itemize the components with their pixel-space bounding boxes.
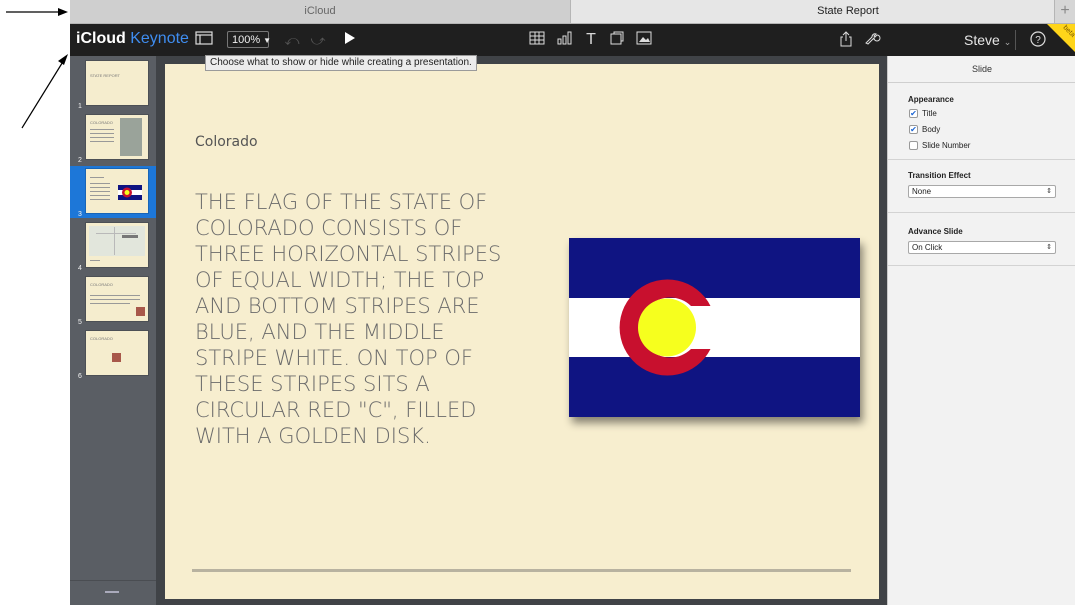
body-checkbox-label: Body (922, 125, 941, 134)
advance-slide-value: On Click (912, 243, 943, 252)
browser-tab-bar: iCloud State Report + (70, 0, 1075, 24)
annotation-arrow-app-title (21, 54, 68, 129)
body-checkbox[interactable]: ✔ (909, 125, 918, 134)
advance-heading: Advance Slide (908, 227, 963, 236)
advance-slide-select[interactable]: On Click ⇕ (908, 241, 1056, 254)
svg-text:?: ? (1035, 35, 1041, 46)
view-options-icon[interactable] (194, 31, 214, 49)
slide-thumbnail-3[interactable]: 3 (70, 166, 156, 218)
slide-thumbnail-2[interactable]: COLORADO 2 (70, 112, 156, 164)
chevron-down-icon: ⌄ (1003, 37, 1012, 47)
help-icon[interactable]: ? (1028, 31, 1048, 49)
app-sub-name: Keynote (130, 30, 189, 47)
format-inspector: Slide Appearance ✔ Title ✔ Body Slide Nu… (887, 56, 1075, 605)
thumbnail-preview (86, 223, 148, 267)
colorado-flag-image[interactable] (569, 238, 860, 417)
slide-number: 3 (78, 211, 82, 218)
thumbnail-preview: COLORADO (86, 277, 148, 321)
flag-white-stripe (569, 298, 860, 357)
inspector-header: Slide (888, 56, 1075, 83)
app-toolbar: iCloud Keynote 100% ▼ ⤺ ⤻ T Steve ⌄ ? bet… (70, 24, 1075, 56)
inspector-divider (888, 159, 1075, 160)
slide-number: 2 (78, 157, 82, 164)
slide-number: 4 (78, 265, 82, 272)
transition-heading: Transition Effect (908, 171, 971, 180)
user-name: Steve (964, 32, 1000, 48)
slide-thumbnail-5[interactable]: COLORADO 5 (70, 274, 156, 326)
title-checkbox-label: Title (922, 109, 937, 118)
zoom-select[interactable]: 100% ▼ (227, 31, 272, 48)
tools-icon[interactable] (863, 31, 883, 49)
flag-blue-stripe-top (569, 238, 860, 298)
panel-divider[interactable] (156, 56, 164, 605)
slide-number: 5 (78, 319, 82, 326)
new-tab-button[interactable]: + (1054, 0, 1075, 23)
share-icon[interactable] (836, 31, 856, 49)
tooltip: Choose what to show or hide while creati… (205, 55, 477, 71)
user-menu[interactable]: Steve ⌄ (964, 32, 1011, 48)
shape-icon[interactable] (607, 31, 627, 49)
play-icon[interactable] (340, 31, 360, 49)
redo-icon[interactable]: ⤻ (308, 31, 328, 49)
thumbnail-preview: STATE REPORT (86, 61, 148, 105)
slide-number-checkbox[interactable] (909, 141, 918, 150)
thumbnail-preview (86, 169, 148, 213)
chevron-down-icon: ▼ (263, 36, 272, 45)
tab-state-report[interactable]: State Report (571, 0, 1075, 23)
app-name: iCloud (76, 30, 126, 47)
thumbnail-preview: COLORADO (86, 331, 148, 375)
flag-gold-disk (638, 298, 696, 357)
slide-thumbnail-4[interactable]: 4 (70, 220, 156, 272)
flag-blue-stripe-bottom (569, 357, 860, 417)
slide-number-checkbox-label: Slide Number (922, 141, 971, 150)
slide-title[interactable]: Colorado (195, 134, 258, 150)
app-title: iCloud Keynote (76, 30, 189, 48)
inspector-divider (888, 212, 1075, 213)
slide-thumbnail-6[interactable]: COLORADO 6 (70, 328, 156, 380)
slide-navigator: STATE REPORT 1 COLORADO 2 3 4 COLORADO 5… (70, 56, 156, 605)
transition-effect-value: None (912, 187, 932, 196)
slide-number: 1 (78, 103, 82, 110)
annotation-arrow-tabs (6, 8, 68, 16)
title-checkbox[interactable]: ✔ (909, 109, 918, 118)
zoom-value: 100% (232, 34, 261, 46)
chart-icon[interactable] (554, 31, 574, 49)
inspector-divider (888, 265, 1075, 266)
transition-effect-select[interactable]: None ⇕ (908, 185, 1056, 198)
slide-body[interactable]: THE FLAG OF THE STATE OF COLORADO CONSIS… (195, 189, 515, 449)
slide-rule (192, 569, 851, 572)
table-icon[interactable] (527, 31, 547, 49)
undo-icon[interactable]: ⤺ (282, 31, 302, 49)
appearance-heading: Appearance (908, 95, 954, 104)
media-icon[interactable] (634, 31, 654, 49)
toolbar-divider (1015, 30, 1016, 50)
text-icon[interactable]: T (581, 31, 601, 49)
tab-icloud[interactable]: iCloud (70, 0, 571, 23)
navigator-footer (70, 580, 156, 605)
remove-slide-icon[interactable] (105, 591, 119, 593)
updown-arrows-icon: ⇕ (1046, 244, 1052, 251)
slide-thumbnail-1[interactable]: STATE REPORT 1 (70, 58, 156, 110)
slide-number: 6 (78, 373, 82, 380)
current-slide[interactable]: Colorado THE FLAG OF THE STATE OF COLORA… (165, 64, 879, 599)
thumbnail-preview: COLORADO (86, 115, 148, 159)
updown-arrows-icon: ⇕ (1046, 188, 1052, 195)
